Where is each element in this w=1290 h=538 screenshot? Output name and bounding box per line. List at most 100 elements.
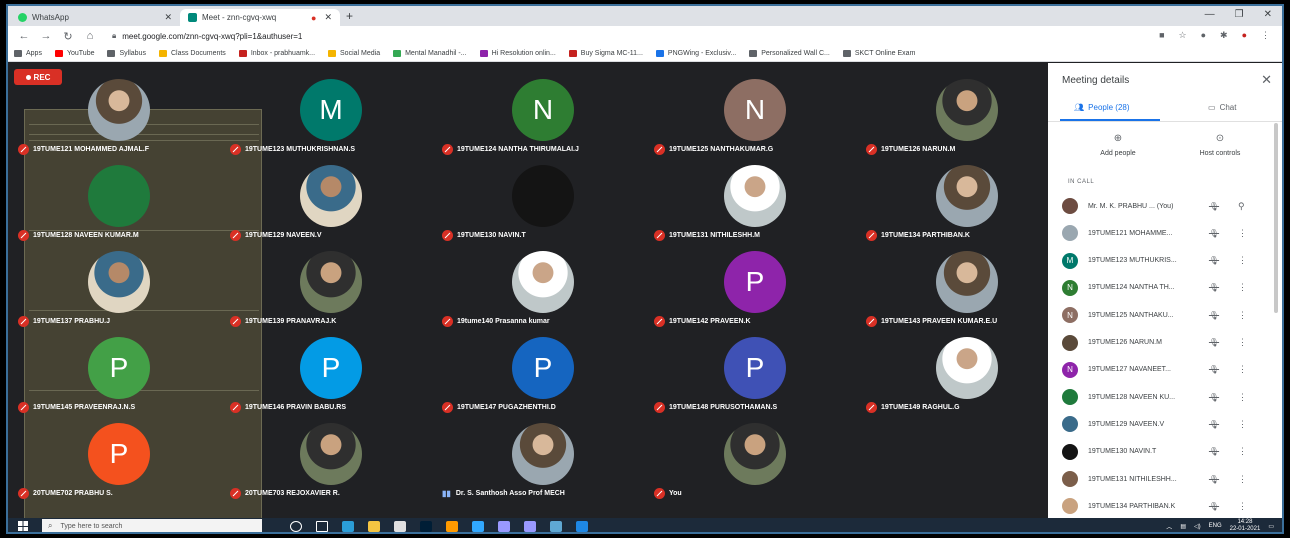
tray-chevron-icon[interactable]: ︿ <box>1166 522 1172 531</box>
more-options-icon[interactable]: ⋮ <box>1238 337 1247 348</box>
participant-tile[interactable]: You <box>648 411 856 499</box>
lang-indicator[interactable]: ENG <box>1209 523 1222 529</box>
more-options-icon[interactable]: ⋮ <box>1238 255 1247 266</box>
file-explorer-icon[interactable] <box>368 520 380 532</box>
illustrator-icon[interactable] <box>446 520 458 532</box>
after-effects-icon[interactable] <box>498 520 510 532</box>
mic-off-icon[interactable]: 🎙︎ <box>1204 393 1224 402</box>
more-options-icon[interactable]: ⋮ <box>1238 446 1247 457</box>
minimize-icon[interactable]: — <box>1205 9 1215 20</box>
participant-tile[interactable]: P 19TUME148 PURUSOTHAMAN.S <box>648 325 856 413</box>
mic-off-icon[interactable]: 🎙︎ <box>1204 229 1224 238</box>
participant-row[interactable]: N 19TUME124 NANTHA TH... 🎙︎ ⋮ <box>1062 278 1268 298</box>
participant-tile[interactable]: N 19TUME125 NANTHAKUMAR.G <box>648 67 856 155</box>
mic-off-icon[interactable]: 🎙︎ <box>1204 502 1224 511</box>
participant-tile[interactable]: 19TUME129 NAVEEN.V <box>224 153 432 241</box>
tab-people[interactable]: 👥︎ People (28) <box>1074 103 1130 112</box>
participant-row[interactable]: 19TUME126 NARUN.M 🎙︎ ⋮ <box>1062 333 1268 353</box>
participant-tile[interactable]: 20TUME703 REJOXAVIER R. <box>224 411 432 499</box>
menu-icon[interactable]: ⋮ <box>1261 30 1270 41</box>
pin-icon[interactable]: ⚲ <box>1238 201 1245 212</box>
mic-off-icon[interactable]: 🎙︎ <box>1204 475 1224 484</box>
star-icon[interactable]: ☆ <box>1179 30 1187 41</box>
close-icon[interactable]: ✕ <box>324 12 332 23</box>
participant-tile[interactable]: 19TUME149 RAGHUL.G <box>860 325 1068 413</box>
profile-avatar[interactable]: ● <box>1242 30 1247 41</box>
bookmark-item[interactable]: Mental Manadhil -... <box>393 50 467 57</box>
mic-off-icon[interactable]: 🎙︎ <box>1204 365 1224 374</box>
photoshop-icon[interactable] <box>420 520 432 532</box>
tab-chat[interactable]: ▭ Chat <box>1208 103 1236 112</box>
participant-tile[interactable]: 19TUME130 NAVIN.T <box>436 153 644 241</box>
participant-tile[interactable]: 19TUME139 PRANAVRAJ.K <box>224 239 432 327</box>
extension-icon[interactable]: ● <box>1201 30 1206 41</box>
more-options-icon[interactable]: ⋮ <box>1238 310 1247 321</box>
bookmark-item[interactable]: Inbox - prabhuamk... <box>238 50 315 57</box>
participant-tile[interactable]: M 19TUME123 MUTHUKRISHNAN.S <box>224 67 432 155</box>
participant-tile[interactable]: 19tume140 Prasanna kumar <box>436 239 644 327</box>
more-options-icon[interactable]: ⋮ <box>1238 501 1247 512</box>
network-icon[interactable]: ▤ <box>1180 523 1186 530</box>
participant-tile[interactable]: 19TUME126 NARUN.M <box>860 67 1068 155</box>
participant-row[interactable]: M 19TUME123 MUTHUKRIS... 🎙︎ ⋮ <box>1062 251 1268 271</box>
lightroom-icon[interactable] <box>472 520 484 532</box>
participant-row[interactable]: 19TUME121 MOHAMME... 🎙︎ ⋮ <box>1062 223 1268 243</box>
bookmark-item[interactable]: Personalized Wall C... <box>749 50 830 57</box>
participant-row[interactable]: N 19TUME127 NAVANEET... 🎙︎ ⋮ <box>1062 360 1268 380</box>
address-bar[interactable]: 🔒︎ meet.google.com/znn-cgvq-xwq?pli=1&au… <box>112 29 1132 43</box>
paint-icon[interactable] <box>550 520 562 532</box>
bookmark-item[interactable]: PNGWing - Exclusiv... <box>655 50 736 57</box>
panel-scrollbar[interactable] <box>1274 123 1278 313</box>
participant-row[interactable]: 19TUME129 NAVEEN.V 🎙︎ ⋮ <box>1062 414 1268 434</box>
bookmark-item[interactable]: Social Media <box>328 50 380 57</box>
tab-whatsapp[interactable]: WhatsApp ✕ <box>10 9 180 26</box>
close-panel-icon[interactable]: ✕ <box>1261 72 1272 88</box>
windows-start-icon[interactable] <box>18 521 28 531</box>
participant-tile[interactable]: P 19TUME146 PRAVIN BABU.RS <box>224 325 432 413</box>
bookmark-item[interactable]: Syllabus <box>107 50 146 57</box>
new-tab-button[interactable]: + <box>346 9 353 23</box>
tab-meet[interactable]: Meet - znn-cgvq-xwq ● ✕ <box>180 9 340 26</box>
more-options-icon[interactable]: ⋮ <box>1238 419 1247 430</box>
more-options-icon[interactable]: ⋮ <box>1238 228 1247 239</box>
participant-tile[interactable]: 19TUME121 MOHAMMED AJMAL.F <box>12 67 220 155</box>
participant-tile[interactable]: ▮▮ Dr. S. Santhosh Asso Prof MECH <box>436 411 644 499</box>
more-options-icon[interactable]: ⋮ <box>1238 282 1247 293</box>
participant-row[interactable]: 19TUME130 NAVIN.T 🎙︎ ⋮ <box>1062 442 1268 462</box>
cortana-icon[interactable] <box>290 520 302 532</box>
mic-off-icon[interactable]: 🎙︎ <box>1204 256 1224 265</box>
participant-row[interactable]: Mr. M. K. PRABHU ... (You) 🎙︎ ⚲ <box>1062 196 1268 216</box>
bookmark-item[interactable]: SKCT Online Exam <box>842 50 915 57</box>
participant-row[interactable]: 19TUME131 NITHILESHH... 🎙︎ ⋮ <box>1062 469 1268 489</box>
participant-tile[interactable]: P 19TUME142 PRAVEEN.K <box>648 239 856 327</box>
more-options-icon[interactable]: ⋮ <box>1238 474 1247 485</box>
more-options-icon[interactable]: ⋮ <box>1238 392 1247 403</box>
participant-tile[interactable]: 19TUME134 PARTHIBAN.K <box>860 153 1068 241</box>
puzzle-icon[interactable]: ✱ <box>1220 30 1228 41</box>
bookmark-item[interactable]: Apps <box>14 50 42 57</box>
participant-tile[interactable]: N 19TUME124 NANTHA THIRUMALAI.J <box>436 67 644 155</box>
participant-row[interactable]: 19TUME128 NAVEEN KU... 🎙︎ ⋮ <box>1062 387 1268 407</box>
participant-tile[interactable]: 19TUME137 PRABHU.J <box>12 239 220 327</box>
participant-tile[interactable]: 19TUME131 NITHILESHH.M <box>648 153 856 241</box>
notification-icon[interactable]: ▭ <box>1268 523 1274 530</box>
add-people-button[interactable]: ⊕ Add people <box>1068 133 1168 157</box>
bookmark-item[interactable]: YouTube <box>54 50 94 57</box>
forward-icon[interactable]: → <box>40 30 52 42</box>
chrome-icon[interactable] <box>394 520 406 532</box>
photos-icon[interactable] <box>576 520 588 532</box>
taskbar-search[interactable]: ⌕ Type here to search <box>42 519 262 532</box>
mic-off-icon[interactable]: 🎙︎ <box>1204 311 1224 320</box>
close-icon[interactable]: ✕ <box>164 12 172 23</box>
mic-off-icon[interactable]: 🎙︎ <box>1204 420 1224 429</box>
clock[interactable]: 14:28 22-01-2021 <box>1230 519 1261 532</box>
more-options-icon[interactable]: ⋮ <box>1238 364 1247 375</box>
bookmark-item[interactable]: Hi Resolution onlin... <box>479 50 556 57</box>
edge-icon[interactable] <box>342 520 354 532</box>
mic-off-icon[interactable]: 🎙︎ <box>1204 202 1224 211</box>
host-controls-button[interactable]: ⊙ Host controls <box>1170 133 1270 157</box>
premiere-icon[interactable] <box>524 520 536 532</box>
mic-off-icon[interactable]: 🎙︎ <box>1204 283 1224 292</box>
bookmark-item[interactable]: Class Documents <box>158 50 226 57</box>
participant-tile[interactable]: 19TUME128 NAVEEN KUMAR.M <box>12 153 220 241</box>
